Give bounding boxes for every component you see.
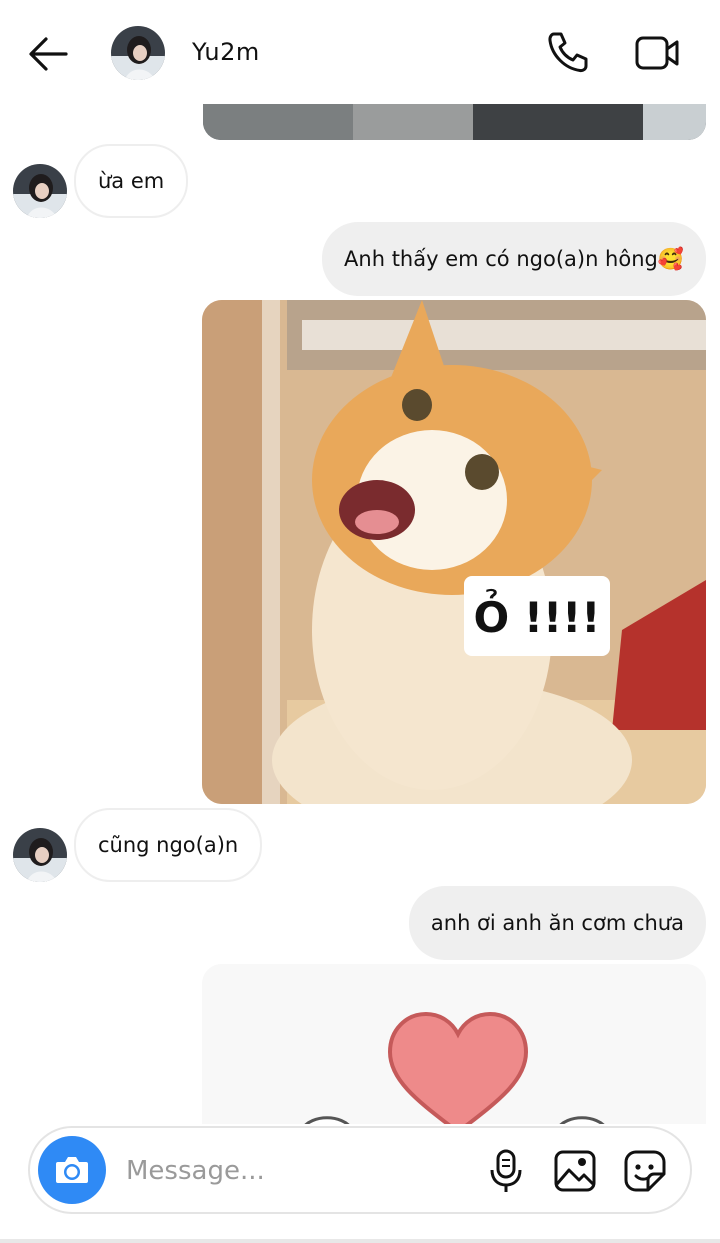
gallery-icon xyxy=(554,1150,596,1192)
outgoing-message[interactable]: Anh thấy em có ngo(a)n hông🥰 xyxy=(322,222,706,296)
shared-photo-heart[interactable] xyxy=(202,964,706,1124)
phone-icon xyxy=(548,32,588,73)
gallery-button[interactable] xyxy=(552,1148,598,1194)
message-composer xyxy=(28,1126,692,1214)
incoming-message[interactable]: ừa em xyxy=(74,144,189,218)
sticker-button[interactable] xyxy=(622,1148,668,1194)
sticker-caption: Ỏ !!!! xyxy=(474,588,601,642)
camera-button[interactable] xyxy=(38,1136,106,1204)
voice-message-button[interactable] xyxy=(486,1148,526,1194)
sender-avatar[interactable] xyxy=(13,828,67,882)
video-call-button[interactable] xyxy=(632,30,684,76)
bottom-divider xyxy=(0,1239,720,1243)
video-camera-icon xyxy=(635,36,679,70)
camera-icon xyxy=(56,1157,88,1183)
chat-header: Yu2m xyxy=(0,0,720,104)
shared-photo-previous[interactable] xyxy=(203,104,706,140)
microphone-icon xyxy=(490,1149,522,1192)
sender-avatar[interactable] xyxy=(13,164,67,218)
contact-name[interactable]: Yu2m xyxy=(192,38,260,66)
sticker-icon xyxy=(624,1150,666,1192)
back-button[interactable] xyxy=(22,30,74,78)
outgoing-message[interactable]: anh ơi anh ăn cơm chưa xyxy=(408,886,706,960)
incoming-message[interactable]: cũng ngo(a)n xyxy=(74,808,263,882)
voice-call-button[interactable] xyxy=(544,28,592,76)
arrow-left-icon xyxy=(29,37,68,71)
message-thread[interactable]: ừa em Anh thấy em có ngo(a)n hông🥰 Ỏ !!!… xyxy=(0,104,720,1124)
contact-avatar[interactable] xyxy=(111,26,165,80)
message-input[interactable] xyxy=(126,1148,466,1194)
shared-photo-cat[interactable]: Ỏ !!!! xyxy=(202,300,706,804)
